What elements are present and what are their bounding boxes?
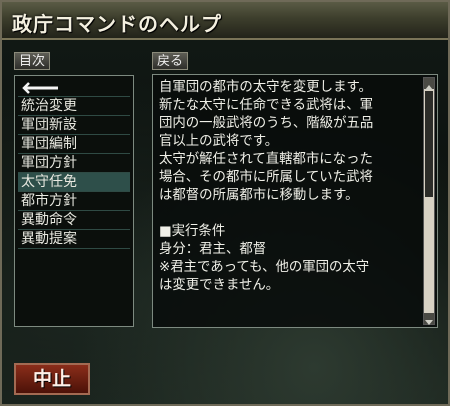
help-line: 場合、その都市に所属していた武将: [159, 170, 373, 185]
content-area: 目次 戻る 統治変更 軍団新設 軍団編制 軍団方針 太守任免 都市方針 異動命令…: [2, 40, 448, 404]
window-title: 政庁コマンドのヘルプ: [12, 12, 222, 36]
list-item-selected[interactable]: 太守任免: [18, 173, 130, 192]
list-item[interactable]: 軍団方針: [18, 154, 130, 173]
help-line: は都督の所属都市に移動します。: [159, 188, 359, 203]
help-line: ※君主であっても、他の軍団の太守: [159, 260, 370, 275]
return-arrow-icon: [22, 82, 58, 94]
list-item[interactable]: 軍団編制: [18, 135, 130, 154]
cancel-button[interactable]: 中止: [14, 363, 90, 395]
help-text-panel: 自軍団の都市の太守を変更します。 新たな太守に任命できる武将は、軍 団内の一般武…: [152, 74, 438, 328]
list-item[interactable]: 異動命令: [18, 211, 130, 230]
list-item[interactable]: 統治変更: [18, 97, 130, 116]
help-line: 官以上の武将です。: [159, 134, 279, 149]
help-line: ■実行条件: [159, 224, 226, 239]
help-line: 身分：君主、都督: [159, 242, 267, 257]
help-line: 自軍団の都市の太守を変更します。: [159, 80, 372, 95]
back-button[interactable]: 戻る: [152, 52, 189, 70]
list-item[interactable]: 異動提案: [18, 230, 130, 249]
help-line: 太守が解任されて直轄都市になった: [159, 152, 373, 167]
scroll-down-button[interactable]: [424, 313, 434, 325]
title-bar: 政庁コマンドのヘルプ: [2, 2, 448, 40]
list-item[interactable]: 都市方針: [18, 192, 130, 211]
topic-list: 統治変更 軍団新設 軍団編制 軍団方針 太守任免 都市方針 異動命令 異動提案: [14, 75, 134, 327]
list-item-back[interactable]: [18, 78, 130, 97]
help-window: 政庁コマンドのヘルプ 目次 戻る 統治変更 軍団新設 軍団編制 軍団方針 太守任…: [0, 0, 450, 406]
help-line: 団内の一般武将のうち、階級が五品: [159, 116, 374, 131]
contents-tab[interactable]: 目次: [14, 52, 51, 70]
help-scrollbar[interactable]: [423, 77, 435, 325]
triangle-down-icon: [425, 320, 433, 325]
help-line: 新たな太守に任命できる武将は、軍: [159, 98, 373, 113]
scroll-up-button[interactable]: [424, 78, 434, 90]
list-item[interactable]: 軍団新設: [18, 116, 130, 135]
scroll-thumb[interactable]: [425, 91, 433, 197]
help-line: は変更できません。: [159, 278, 280, 293]
